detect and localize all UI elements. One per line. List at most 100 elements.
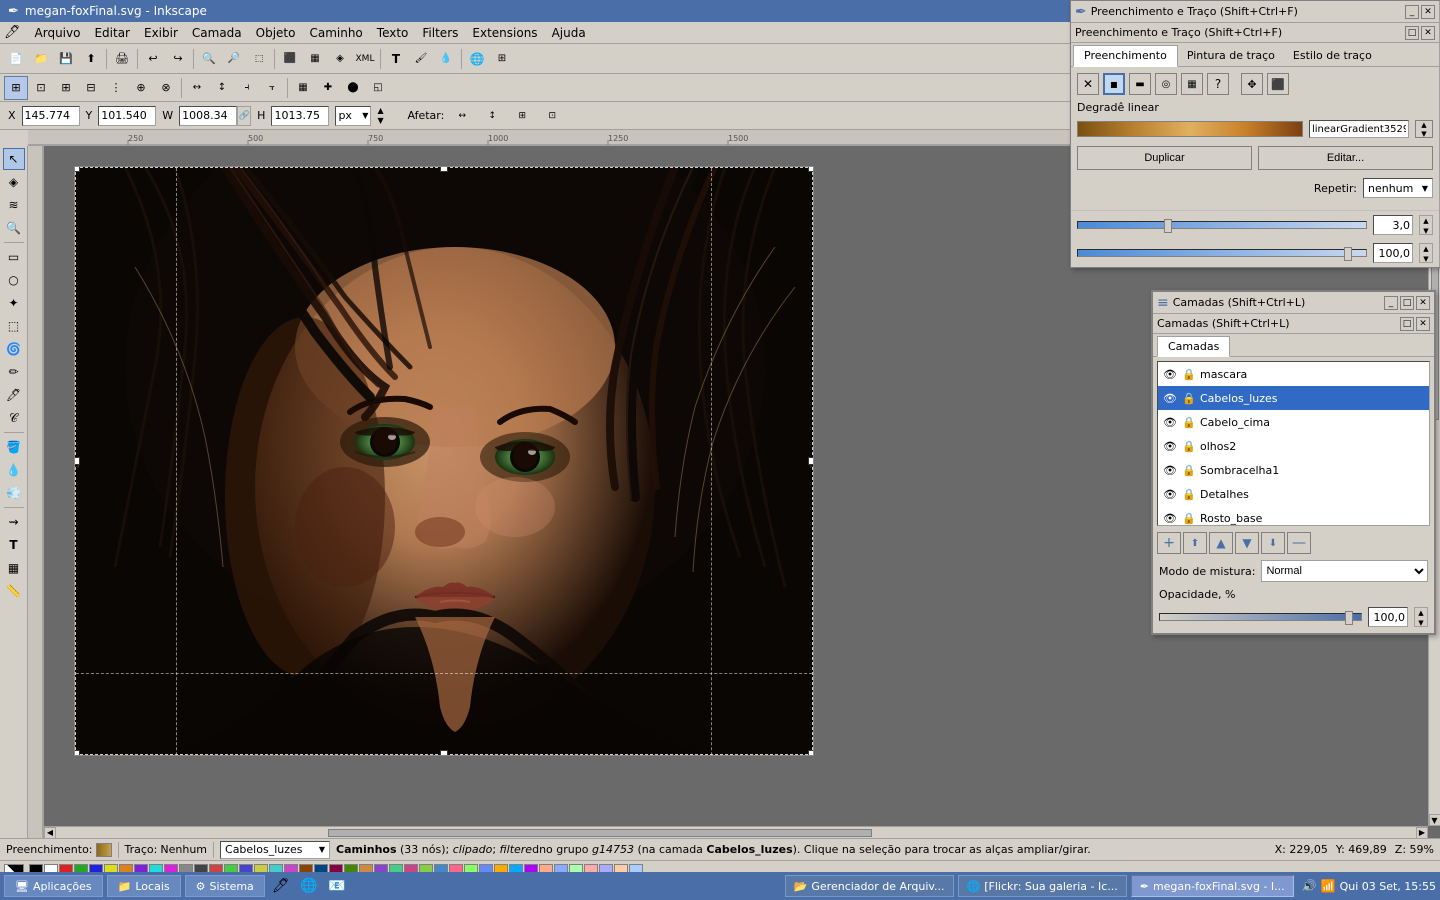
gradient-name-input[interactable] [1309, 120, 1409, 138]
transform-btn[interactable]: ⬛ [278, 47, 302, 71]
measure-tool[interactable]: 📏 [3, 580, 25, 602]
afeta3-btn[interactable]: ⊞ [510, 104, 534, 128]
layer-row-mascara[interactable]: 👁 🔒 mascara [1158, 362, 1429, 386]
layer-eye-mascara[interactable]: 👁 [1162, 366, 1178, 382]
align2-btn[interactable]: ⫞ [235, 76, 259, 100]
menu-caminho[interactable]: Caminho [303, 24, 368, 42]
fill-flat-btn[interactable]: ▪ [1103, 73, 1125, 95]
undo-btn[interactable]: ↩ [141, 47, 165, 71]
circle-tool[interactable]: ○ [3, 269, 25, 291]
opacity-slider[interactable] [1077, 249, 1367, 257]
layers-inner-expand[interactable]: □ [1400, 317, 1414, 331]
open-btn[interactable]: 📁 [29, 47, 53, 71]
taskbar-gerenciador[interactable]: 📂 Gerenciador de Arquiv... [785, 875, 954, 897]
taskbar-icon2[interactable]: 🌐 [297, 875, 321, 897]
menu-ajuda[interactable]: Ajuda [546, 24, 592, 42]
layer-down-btn[interactable]: ▼ [1235, 532, 1259, 554]
gradient-name-spinner[interactable]: ▲ ▼ [1415, 120, 1433, 138]
vscroll-down[interactable]: ▼ [1429, 814, 1440, 826]
fill-unknown-btn[interactable]: ? [1207, 73, 1229, 95]
delete-layer-btn[interactable]: — [1287, 532, 1311, 554]
layer-opacity-spinner[interactable]: ▲ ▼ [1414, 607, 1428, 627]
layer-to-bottom-btn[interactable]: ⬇ [1261, 532, 1285, 554]
y-input[interactable] [98, 106, 156, 126]
hscroll-thumb[interactable] [328, 829, 872, 837]
taskbar-inkscape-active[interactable]: ✒ megan-foxFinal.svg - I... [1131, 875, 1294, 897]
spiral-tool[interactable]: 🌀 [3, 338, 25, 360]
layers-inner-close[interactable]: ✕ [1416, 317, 1430, 331]
extra-btn[interactable]: ⊞ [490, 47, 514, 71]
export-btn[interactable]: ⬆ [79, 47, 103, 71]
layer-opacity-slider[interactable] [1159, 613, 1362, 621]
taskbar-icon3[interactable]: 📧 [325, 875, 349, 897]
tray-volume[interactable]: 📶 [1321, 879, 1336, 893]
menu-editar[interactable]: Editar [88, 24, 136, 42]
h-spinner[interactable]: ▲ ▼ [377, 106, 393, 126]
snap2-btn[interactable]: ⊞ [54, 76, 78, 100]
layer-lock-olhos2[interactable]: 🔒 [1181, 438, 1197, 454]
layer-row-sombracelha[interactable]: 👁 🔒 Sombracelha1 [1158, 458, 1429, 482]
taskbar-flickr[interactable]: 🌐 [Flickr: Sua galeria - Ic... [958, 875, 1127, 897]
menu-objeto[interactable]: Objeto [250, 24, 302, 42]
tab-preenchimento[interactable]: Preenchimento [1073, 45, 1178, 67]
layer-opacity-thumb[interactable] [1345, 611, 1353, 625]
menu-extensions[interactable]: Extensions [466, 24, 543, 42]
layer-up-btn[interactable]: ▲ [1209, 532, 1233, 554]
tweak-tool[interactable]: ≋ [3, 194, 25, 216]
zoom-out-btn[interactable]: 🔎 [222, 47, 246, 71]
distribute2-btn[interactable]: ↕ [210, 76, 234, 100]
calligraphy-tool[interactable]: 𝒞 [3, 407, 25, 429]
duplicate-gradient-btn[interactable]: Duplicar [1077, 146, 1252, 170]
fill-linear-btn[interactable]: ▬ [1129, 73, 1151, 95]
afeta4-btn[interactable]: ⊡ [540, 104, 564, 128]
pen-tool[interactable]: 🖊 [3, 384, 25, 406]
text-tool[interactable]: T [3, 534, 25, 556]
fill-panel-close[interactable]: ✕ [1421, 5, 1435, 19]
tab-estilo-traco[interactable]: Estilo de traço [1284, 45, 1381, 66]
layer-row-olhos2[interactable]: 👁 🔒 olhos2 [1158, 434, 1429, 458]
select-tool[interactable]: ↖ [3, 148, 25, 170]
node-tool[interactable]: ◈ [3, 171, 25, 193]
afeta1-btn[interactable]: ↔ [450, 104, 474, 128]
layer-to-top-btn[interactable]: ⬆ [1183, 532, 1207, 554]
save-btn[interactable]: 💾 [54, 47, 78, 71]
layer-row-cabelos-luzes[interactable]: 👁 🔒 Cabelos_luzes [1158, 386, 1429, 410]
x-input[interactable] [22, 106, 80, 126]
nodes-btn[interactable]: ◈ [328, 47, 352, 71]
snap1-btn[interactable]: ⊡ [29, 76, 53, 100]
layer-eye-sombracelha[interactable]: 👁 [1162, 462, 1178, 478]
zoom-in-btn[interactable]: 🔍 [197, 47, 221, 71]
fill-color-swatch[interactable] [96, 843, 112, 857]
layer-eye-detalhes[interactable]: 👁 [1162, 486, 1178, 502]
layers-tab[interactable]: Camadas [1157, 336, 1230, 357]
mask-btn[interactable]: ⬤ [341, 76, 365, 100]
eyedropper-tool[interactable]: 💧 [3, 459, 25, 481]
connector-tool[interactable]: ⇝ [3, 511, 25, 533]
align3-btn[interactable]: ⫟ [260, 76, 284, 100]
fill-pattern-btn[interactable]: ▦ [1181, 73, 1203, 95]
layer-lock-sombracelha[interactable]: 🔒 [1181, 462, 1197, 478]
layer-eye-rosto[interactable]: 👁 [1162, 510, 1178, 526]
layers-max-btn[interactable]: □ [1400, 296, 1414, 310]
h-input[interactable] [271, 106, 329, 126]
menu-camada[interactable]: Camada [186, 24, 248, 42]
edit-gradient-btn[interactable]: Editar... [1258, 146, 1433, 170]
rect-tool[interactable]: ▭ [3, 246, 25, 268]
paint-btn[interactable]: 🖌 [409, 47, 433, 71]
layer-row-rosto-base[interactable]: 👁 🔒 Rosto_base [1158, 506, 1429, 526]
layer-row-detalhes[interactable]: 👁 🔒 Detalhes [1158, 482, 1429, 506]
repetir-select[interactable]: nenhum ▼ [1363, 178, 1433, 198]
text-tool-btn[interactable]: T [384, 47, 408, 71]
menu-exibir[interactable]: Exibir [138, 24, 184, 42]
afeta2-btn[interactable]: ↕ [480, 104, 504, 128]
hscroll-track[interactable] [56, 828, 1416, 838]
snap5-btn[interactable]: ⊕ [129, 76, 153, 100]
layer-lock-cabelos[interactable]: 🔒 [1181, 390, 1197, 406]
current-layer-select[interactable]: Cabelos_luzes ▼ [220, 841, 330, 859]
hscroll[interactable]: ◀ ▶ [44, 826, 1428, 838]
distribute-btn[interactable]: ↔ [185, 76, 209, 100]
layer-lock-rosto[interactable]: 🔒 [1181, 510, 1197, 526]
3d-box-tool[interactable]: ⬚ [3, 315, 25, 337]
fill-bucket-tool[interactable]: 🪣 [3, 436, 25, 458]
opacity-spinner[interactable]: ▲ ▼ [1419, 243, 1433, 263]
